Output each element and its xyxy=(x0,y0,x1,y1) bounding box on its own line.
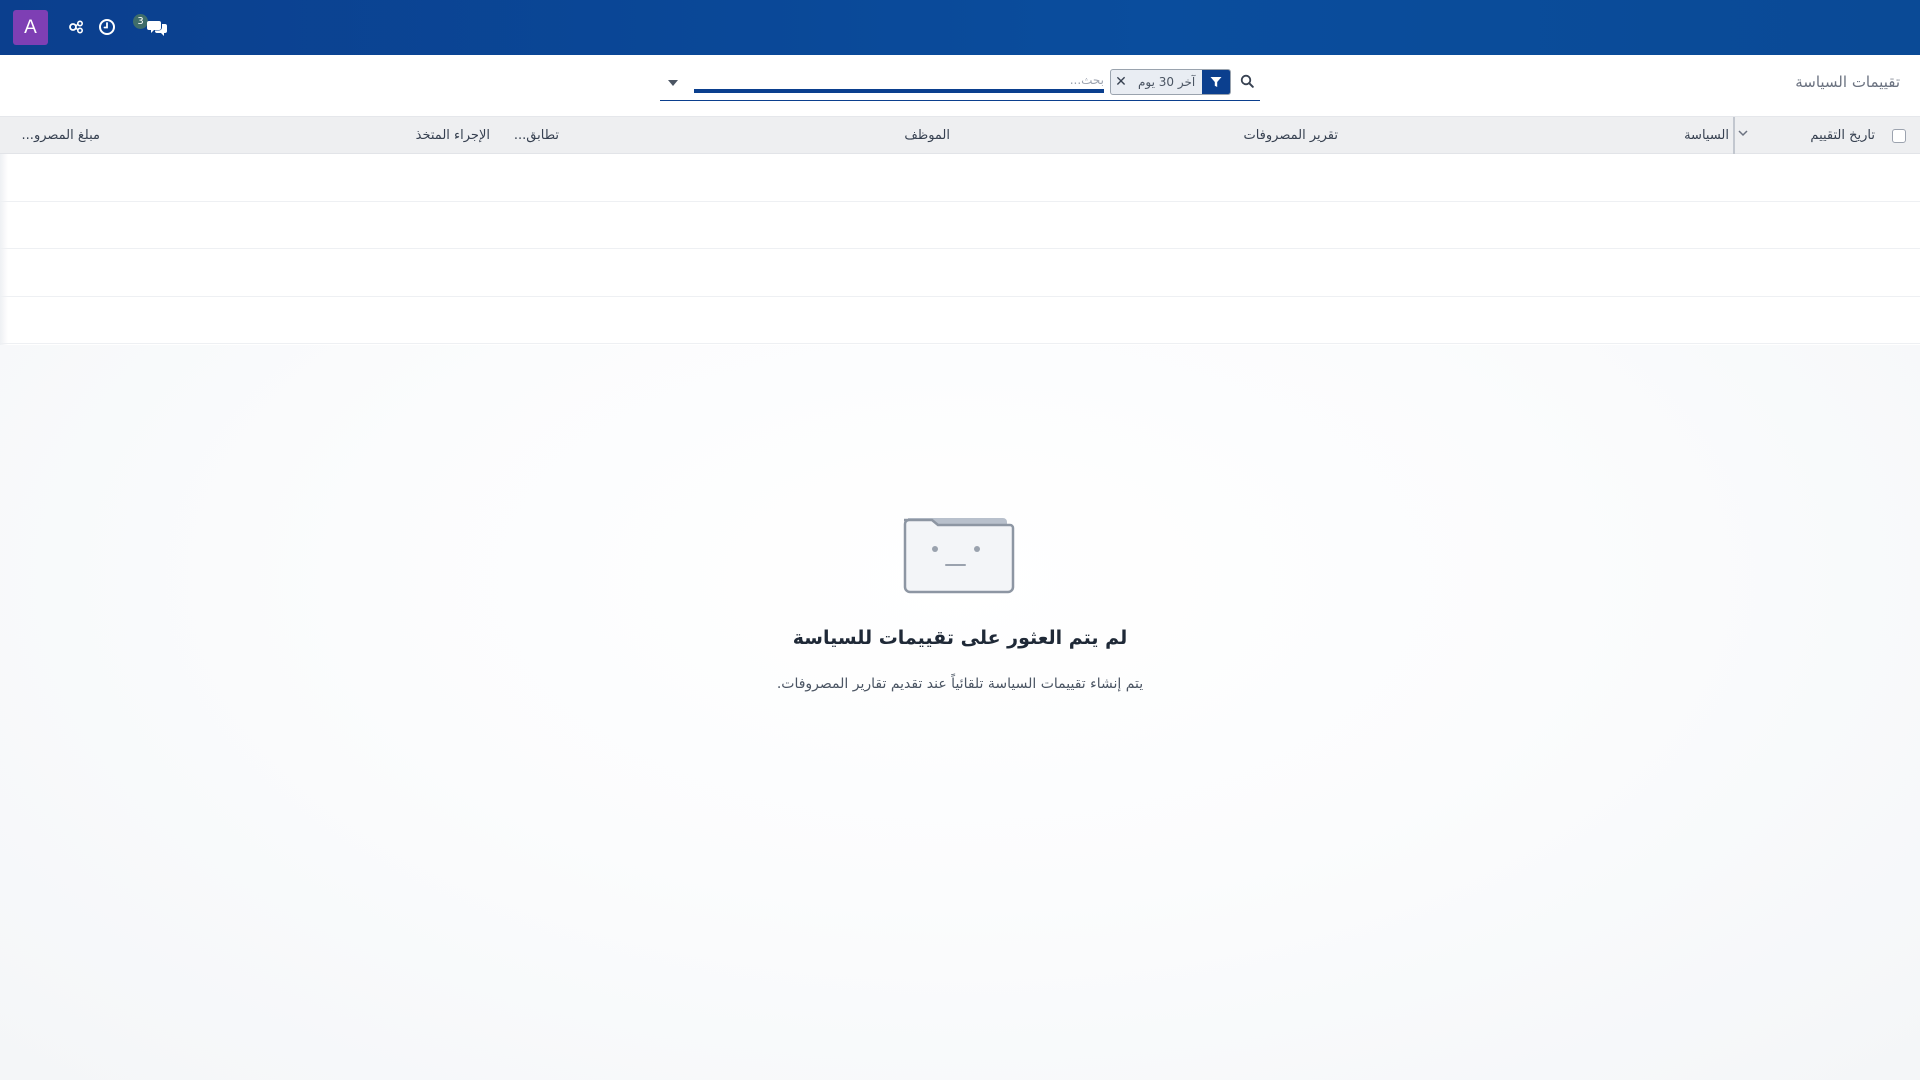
page-title[interactable]: تقييمات السياسة xyxy=(1795,73,1900,91)
table-body xyxy=(0,154,1920,344)
close-icon: ✕ xyxy=(1115,74,1127,90)
badge-count: 3 xyxy=(137,16,144,27)
column-resize-handle[interactable] xyxy=(1733,117,1735,154)
filter-facet: ✕ آخر 30 يوم xyxy=(1110,69,1232,95)
chevron-down-icon[interactable] xyxy=(1736,126,1750,140)
chat-bubbles-icon[interactable] xyxy=(145,16,171,38)
empty-state-subtitle: يتم إنشاء تقييمات السياسة تلقائياً عند ت… xyxy=(776,676,1144,692)
list-header: تاريخ التقييم السياسة تقرير المصروفات ال… xyxy=(0,117,1920,154)
user-avatar[interactable]: A xyxy=(13,10,48,45)
search-panel: ✕ آخر 30 يوم xyxy=(660,67,1260,101)
column-header-policy[interactable]: السياسة xyxy=(1684,128,1729,143)
empty-state-title: لم يتم العثور على تقييمات للسياسة xyxy=(792,627,1128,649)
select-all-checkbox[interactable] xyxy=(1892,129,1906,143)
clock-icon[interactable] xyxy=(96,16,118,38)
column-header-compliance[interactable]: تطابق... xyxy=(514,128,559,143)
column-header-employee[interactable]: الموظف xyxy=(904,128,950,143)
caret-down-icon xyxy=(668,80,678,86)
search-icon xyxy=(1240,74,1254,88)
app-root: A 3 تقييمات السياسة بحث... ✕ آخر 30 يوم … xyxy=(0,0,1920,1080)
share-nodes-icon[interactable] xyxy=(65,16,87,38)
empty-folder-icon xyxy=(903,518,1015,594)
column-header-evaluation-date[interactable]: تاريخ التقييم xyxy=(1810,128,1875,143)
empty-state-background xyxy=(0,345,1920,1080)
search-options-toggle[interactable] xyxy=(660,75,686,91)
table-row xyxy=(0,297,1920,344)
table-row xyxy=(0,249,1920,297)
column-header-expense-amount[interactable]: مبلغ المصرو... xyxy=(22,128,100,143)
table-row xyxy=(0,202,1920,249)
avatar-letter: A xyxy=(24,16,37,38)
breadcrumb[interactable]: تقييمات السياسة xyxy=(1795,73,1900,91)
facet-value: آخر 30 يوم xyxy=(1138,75,1196,89)
top-navbar: A 3 xyxy=(0,0,1920,55)
control-panel: تقييمات السياسة ✕ آخر 30 يوم xyxy=(0,55,1920,117)
search-button[interactable] xyxy=(1235,67,1259,95)
facet-remove-button[interactable]: ✕ xyxy=(1111,70,1131,94)
column-header-action-taken[interactable]: الإجراء المتخذ xyxy=(416,128,490,143)
table-row xyxy=(0,154,1920,202)
column-header-expense-report[interactable]: تقرير المصروفات xyxy=(1243,128,1338,143)
search-input[interactable] xyxy=(694,71,1104,93)
filter-icon xyxy=(1202,70,1231,94)
